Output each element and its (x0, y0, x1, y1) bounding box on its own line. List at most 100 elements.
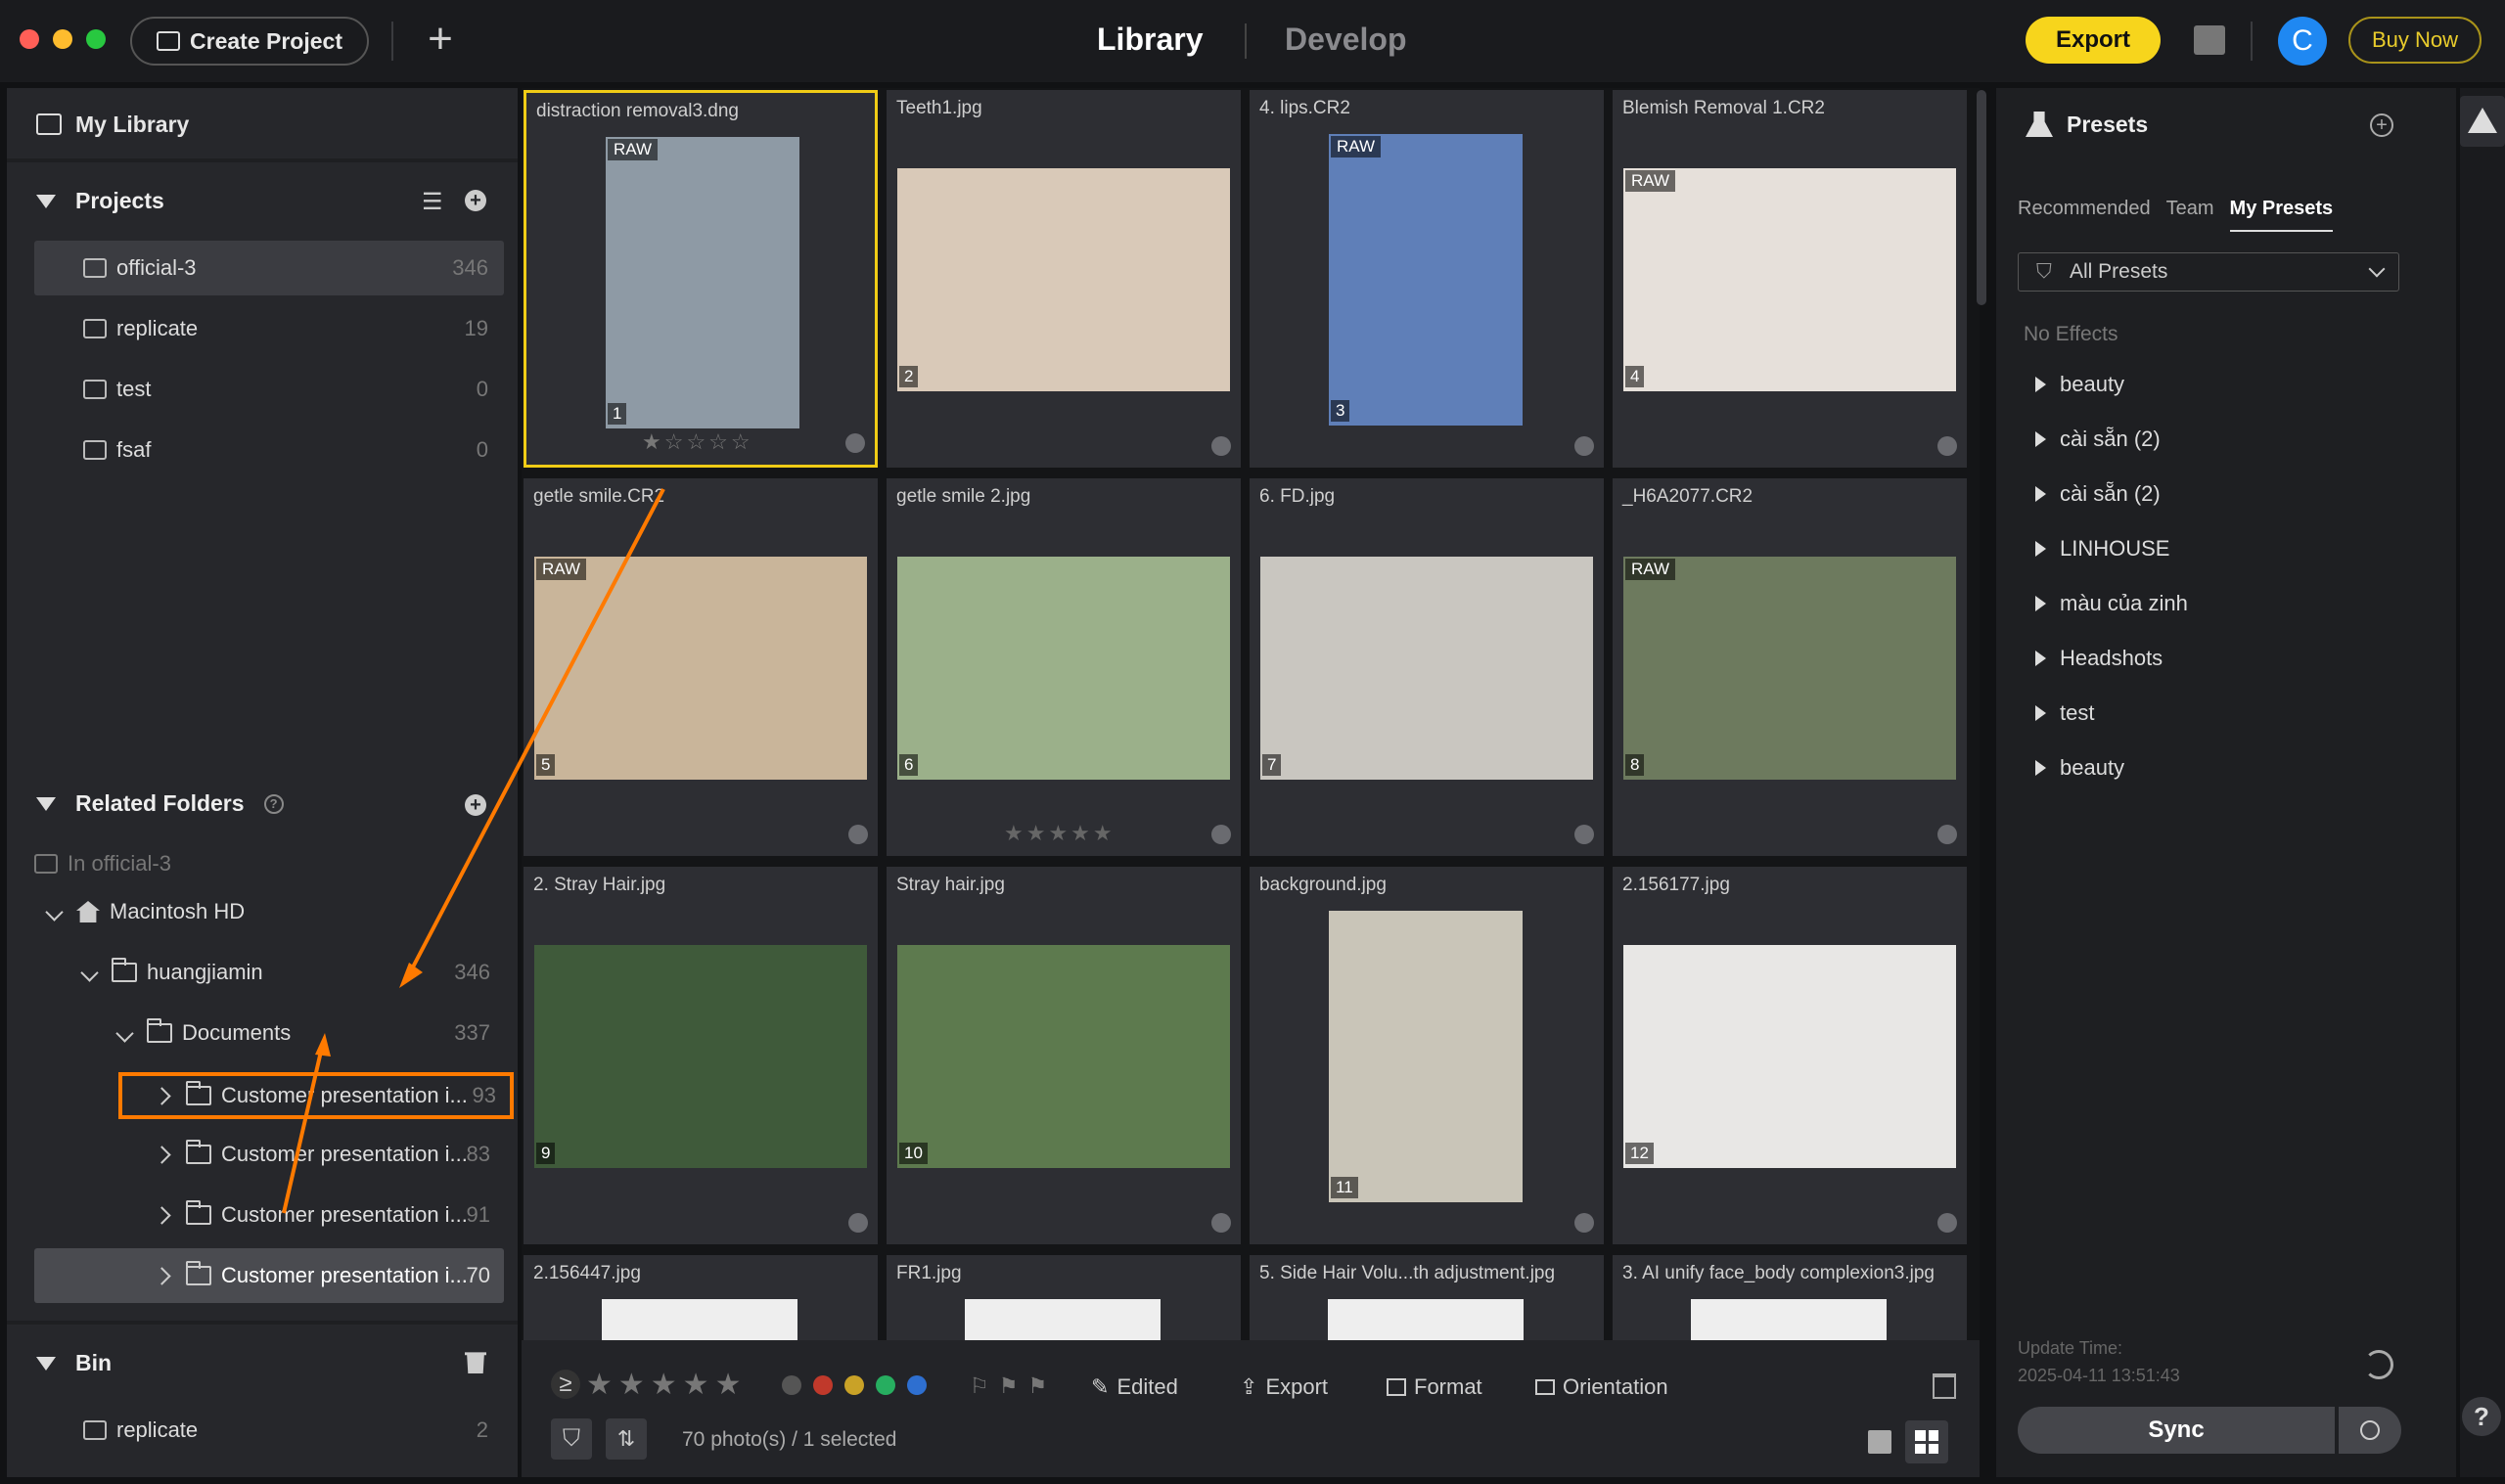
close-window-button[interactable] (20, 29, 39, 49)
color-label-blue[interactable] (907, 1375, 927, 1395)
rating-filter-stars[interactable]: ★★★★★ (586, 1368, 747, 1402)
tree-volume[interactable]: Macintosh HD (45, 884, 245, 939)
export-filter[interactable]: ⇪ Export (1240, 1374, 1328, 1400)
no-effects-item[interactable]: No Effects (2024, 323, 2118, 346)
edited-filter[interactable]: ✎ Edited (1091, 1374, 1178, 1400)
preset-group[interactable]: LINHOUSE (2035, 536, 2169, 562)
photo-tile[interactable]: Blemish Removal 1.CR2 RAW 4 (1613, 90, 1967, 468)
project-item[interactable]: official-3 346 (34, 241, 504, 295)
tree-documents-folder[interactable]: Documents 337 (115, 1006, 504, 1060)
tab-recommended[interactable]: Recommended (2018, 198, 2151, 232)
color-label-green[interactable] (876, 1375, 895, 1395)
photo-tile[interactable]: FR1.jpg (887, 1255, 1241, 1348)
add-preset-icon[interactable]: + (2370, 113, 2393, 137)
sort-icon[interactable]: ⇅ (606, 1418, 647, 1460)
color-label-dot[interactable] (1211, 436, 1231, 456)
photo-tile[interactable]: getle smile 2.jpg 6 ★★★★★ (887, 478, 1241, 856)
color-label-dot[interactable] (1574, 436, 1594, 456)
photo-tile[interactable]: 3. AI unify face_body complexion3.jpg (1613, 1255, 1967, 1348)
projects-header[interactable]: Projects (36, 188, 164, 214)
format-label: Format (1414, 1374, 1482, 1399)
project-item[interactable]: test 0 (34, 362, 504, 417)
preset-group[interactable]: Headshots (2035, 646, 2163, 671)
color-label-dot[interactable] (848, 825, 868, 844)
filter-icon[interactable]: ⛉ (551, 1418, 592, 1460)
color-label-dot[interactable] (845, 433, 865, 453)
preset-group[interactable]: cài sẵn (2) (2035, 427, 2161, 452)
preset-group[interactable]: beauty (2035, 372, 2124, 397)
photo-tile[interactable]: Teeth1.jpg 2 (887, 90, 1241, 468)
color-label-dot[interactable] (1574, 825, 1594, 844)
color-label-dot[interactable] (1211, 1213, 1231, 1233)
bin-header[interactable]: Bin (36, 1350, 112, 1376)
tree-user-folder[interactable]: huangjiamin 346 (80, 945, 504, 1000)
project-item[interactable]: fsaf 0 (34, 423, 504, 477)
tab-library[interactable]: Library (1097, 22, 1203, 58)
help-icon[interactable]: ? (263, 793, 284, 814)
export-button[interactable]: Export (2026, 17, 2161, 64)
preset-group[interactable]: cài sẵn (2) (2035, 481, 2161, 507)
preset-group[interactable]: beauty (2035, 755, 2124, 781)
minimize-window-button[interactable] (53, 29, 72, 49)
avatar[interactable]: C (2278, 17, 2327, 66)
color-label-dot[interactable] (848, 1213, 868, 1233)
tab-develop[interactable]: Develop (1285, 22, 1406, 58)
rating-operator[interactable]: ≥ (551, 1370, 580, 1399)
my-library-header[interactable]: My Library (7, 88, 518, 158)
color-label-yellow[interactable] (844, 1375, 864, 1395)
photo-tile[interactable]: _H6A2077.CR2 RAW 8 (1613, 478, 1967, 856)
trash-icon[interactable] (465, 1352, 486, 1373)
add-icon[interactable]: + (417, 18, 464, 65)
project-item[interactable]: replicate 19 (34, 301, 504, 356)
refresh-icon[interactable] (2364, 1350, 2393, 1379)
tab-team[interactable]: Team (2166, 198, 2214, 232)
panel-toggle-icon[interactable] (2194, 25, 2225, 55)
color-label-dot[interactable] (1937, 1213, 1957, 1233)
help-icon[interactable]: ? (2462, 1397, 2501, 1436)
photo-tile[interactable]: getle smile.CR2 RAW 5 (524, 478, 878, 856)
photo-tile[interactable]: 2.156177.jpg 12 (1613, 867, 1967, 1244)
add-folder-icon[interactable]: + (465, 794, 486, 816)
single-view-icon[interactable] (1868, 1430, 1891, 1454)
presets-tool-button[interactable] (2460, 96, 2505, 147)
flag-filter-icons[interactable]: ⚐⚑⚑ (970, 1373, 1057, 1399)
preset-group[interactable]: test (2035, 700, 2094, 726)
tree-customer-folder[interactable]: Customer presentation i... 93 (118, 1072, 514, 1119)
tree-customer-folder[interactable]: Customer presentation i... 70 (34, 1248, 504, 1303)
color-label-dot[interactable] (1937, 436, 1957, 456)
photo-tile[interactable]: 4. lips.CR2 RAW 3 (1250, 90, 1604, 468)
photo-tile[interactable]: Stray hair.jpg 10 (887, 867, 1241, 1244)
create-project-button[interactable]: Create Project (130, 17, 369, 66)
sort-icon[interactable]: ☰ (422, 188, 443, 216)
photo-tile[interactable]: 6. FD.jpg 7 (1250, 478, 1604, 856)
tree-customer-folder[interactable]: Customer presentation i... 83 (153, 1127, 504, 1182)
photo-tile[interactable]: 2. Stray Hair.jpg 9 (524, 867, 878, 1244)
color-label-red[interactable] (813, 1375, 833, 1395)
tab-my-presets[interactable]: My Presets (2229, 198, 2334, 232)
grid-scrollbar[interactable] (1977, 90, 1986, 305)
format-filter[interactable]: Format (1387, 1374, 1482, 1400)
photo-tile[interactable]: 5. Side Hair Volu...th adjustment.jpg (1250, 1255, 1604, 1348)
preset-group[interactable]: màu của zinh (2035, 591, 2188, 616)
bin-item[interactable]: replicate 2 (34, 1403, 504, 1458)
color-label-none[interactable] (782, 1375, 801, 1395)
photo-tile[interactable]: background.jpg 11 (1250, 867, 1604, 1244)
clear-filter-icon[interactable] (1933, 1373, 1956, 1399)
buy-now-button[interactable]: Buy Now (2348, 17, 2482, 64)
color-label-dot[interactable] (1211, 825, 1231, 844)
grid-view-icon[interactable] (1905, 1420, 1948, 1463)
sync-settings-button[interactable] (2339, 1407, 2401, 1454)
orientation-filter[interactable]: Orientation (1535, 1374, 1668, 1400)
maximize-window-button[interactable] (86, 29, 106, 49)
photo-tile[interactable]: 2.156447.jpg (524, 1255, 878, 1348)
sync-button[interactable]: Sync (2018, 1407, 2335, 1454)
star-rating[interactable]: ★☆☆☆☆ (642, 429, 753, 455)
add-project-icon[interactable]: + (465, 190, 486, 211)
presets-filter-select[interactable]: ⛉ All Presets (2018, 252, 2399, 292)
color-label-dot[interactable] (1937, 825, 1957, 844)
color-label-dot[interactable] (1574, 1213, 1594, 1233)
related-folders-header[interactable]: Related Folders ? (36, 790, 284, 817)
tree-customer-folder[interactable]: Customer presentation i... 91 (153, 1188, 504, 1242)
photo-tile[interactable]: distraction removal3.dng RAW 1 ★☆☆☆☆ (524, 90, 878, 468)
star-rating[interactable]: ★★★★★ (1004, 821, 1116, 846)
